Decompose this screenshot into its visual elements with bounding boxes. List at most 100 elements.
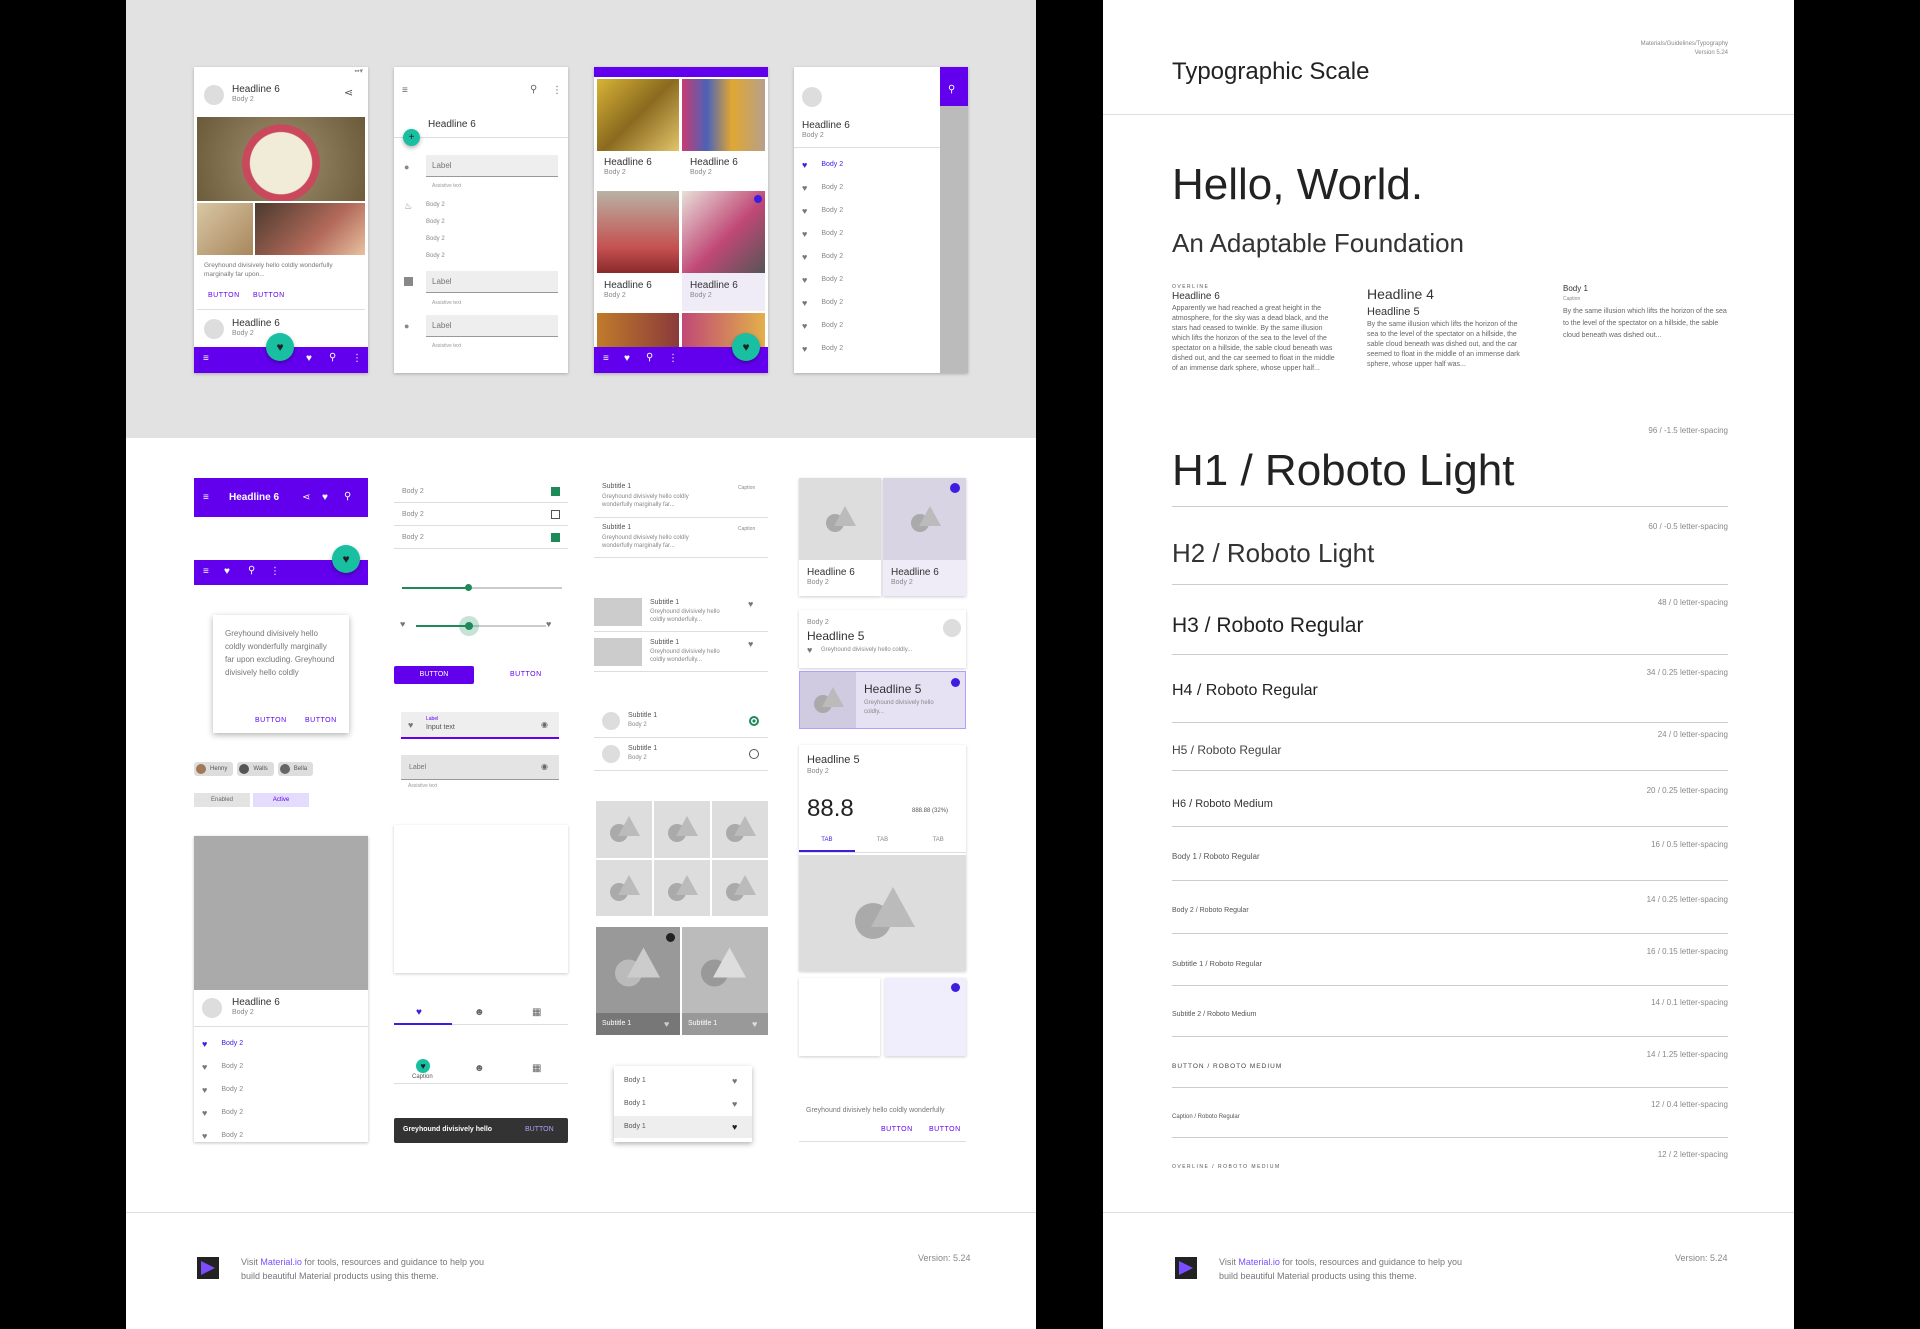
face-icon[interactable]: ☻ [474, 1007, 485, 1018]
calendar-icon[interactable]: ▦ [532, 1063, 541, 1074]
heart-icon[interactable]: ♥ [748, 639, 753, 649]
card-button-2[interactable]: BUTTON [253, 292, 285, 299]
blank-card-selected[interactable] [885, 978, 966, 1056]
contained-button[interactable]: BUTTON [394, 666, 474, 684]
chip-active[interactable]: Active [253, 793, 309, 807]
menu-icon[interactable]: ≡ [402, 85, 408, 96]
grid-card-selected[interactable]: Headline 6 Body 2 [883, 478, 966, 596]
filled-text-field[interactable]: Label ◉ [401, 755, 559, 780]
menu-icon[interactable]: ≡ [603, 353, 609, 364]
text-field[interactable]: Label [426, 155, 558, 177]
checkbox-unchecked[interactable] [551, 509, 560, 519]
calendar-icon[interactable]: ▦ [532, 1007, 541, 1018]
more-icon[interactable]: ⋮ [552, 85, 562, 96]
checkbox-checked[interactable] [551, 486, 560, 496]
radio-selected[interactable] [749, 716, 759, 726]
list-item[interactable]: Subtitle 1 Body 2 [594, 738, 768, 771]
more-icon[interactable]: ⋮ [270, 566, 280, 577]
menu-icon[interactable]: ≡ [203, 566, 209, 577]
headline-card[interactable]: Body 2 Headline 5 ♥ Greyhound divisively… [799, 610, 966, 668]
list-item[interactable]: Subtitle 1 Greyhound divisively hello co… [594, 592, 768, 632]
fab-heart[interactable]: ♥ [332, 545, 360, 573]
filled-text-field-focused[interactable]: ♥ Label Input text ◉ [401, 712, 559, 739]
image-tile[interactable] [654, 859, 710, 916]
face-icon[interactable]: ☻ [474, 1063, 485, 1074]
banner-button-2[interactable]: BUTTON [929, 1126, 961, 1133]
fab-heart[interactable]: ♥ [266, 333, 294, 361]
list-item[interactable]: Body 2 [426, 219, 445, 225]
drawer-item[interactable]: ♥ Body 2 [794, 153, 940, 176]
chip[interactable]: Walls [237, 762, 274, 776]
text-field[interactable]: Label [426, 315, 558, 337]
image-tile[interactable] [712, 801, 768, 858]
search-icon[interactable]: ⚲ [530, 84, 537, 95]
list-item[interactable]: ♥ Body 2 [194, 1124, 368, 1147]
image-list-item[interactable]: Subtitle 1 ♥ [596, 927, 680, 1035]
grid-card[interactable]: Headline 6 Body 2 [799, 478, 881, 596]
tab-3[interactable]: TAB [910, 837, 966, 852]
list-item[interactable]: Body 2 [426, 253, 445, 259]
share-icon[interactable]: ⋖ [302, 492, 310, 503]
eye-icon[interactable]: ◉ [541, 720, 548, 729]
image-tile[interactable] [654, 801, 710, 858]
heart-icon[interactable]: ♥ [752, 1019, 757, 1029]
text-button[interactable]: BUTTON [510, 671, 542, 678]
drawer-item[interactable]: ♥ Body 2 [794, 337, 940, 360]
heart-icon[interactable]: ♥ [416, 1007, 422, 1018]
list-item[interactable]: Body 2 [426, 236, 445, 242]
drawer-item[interactable]: ♥ Body 2 [794, 199, 940, 222]
material-link[interactable]: Material.io [260, 1257, 302, 1267]
eye-icon[interactable]: ◉ [541, 762, 548, 771]
list-item[interactable]: ♥ Body 2 [194, 1055, 368, 1078]
chip-enabled[interactable]: Enabled [194, 793, 250, 807]
menu-icon[interactable]: ≡ [203, 353, 209, 364]
checkbox-row[interactable]: Body 2 [394, 480, 568, 503]
image-tile[interactable] [596, 859, 652, 916]
heart-icon[interactable]: ♥ [322, 492, 328, 503]
card-button-1[interactable]: BUTTON [208, 292, 240, 299]
heart-icon[interactable]: ♥ [748, 599, 753, 609]
add-fab[interactable]: + [403, 129, 420, 146]
chip[interactable]: Bella [277, 762, 314, 776]
checkbox-checked[interactable] [551, 532, 560, 542]
search-icon[interactable]: ⚲ [948, 84, 955, 95]
menu-item-selected[interactable]: Body 1 ♥ [614, 1116, 752, 1138]
heart-icon[interactable]: ♥ [306, 353, 312, 364]
search-icon[interactable]: ⚲ [248, 565, 255, 576]
banner-button-1[interactable]: BUTTON [881, 1126, 913, 1133]
list-item[interactable]: ♥ Body 2 [194, 1078, 368, 1101]
list-item[interactable]: Subtitle 1 Greyhound divisively hello co… [594, 518, 768, 558]
search-icon[interactable]: ⚲ [329, 352, 336, 363]
chip[interactable]: Henny [194, 762, 234, 776]
radio-unselected[interactable] [749, 749, 759, 759]
search-icon[interactable]: ⚲ [646, 352, 653, 363]
blank-card[interactable] [799, 978, 880, 1056]
menu-item[interactable]: Body 1 ♥ [614, 1070, 752, 1093]
list-item[interactable]: ♥ Body 2 [194, 1032, 368, 1055]
more-icon[interactable]: ⋮ [668, 353, 678, 364]
checkbox-row[interactable]: Body 2 [394, 526, 568, 549]
menu-icon[interactable]: ≡ [203, 492, 209, 503]
drawer-item[interactable]: ♥ Body 2 [794, 268, 940, 291]
checkbox-row[interactable]: Body 2 [394, 503, 568, 526]
image-list-item[interactable]: Subtitle 1 ♥ [682, 927, 768, 1035]
slider-thumb[interactable] [465, 622, 473, 630]
snackbar-button[interactable]: BUTTON [525, 1126, 554, 1133]
dialog-button-1[interactable]: BUTTON [255, 717, 287, 724]
menu-item[interactable]: Body 1 ♥ [614, 1093, 752, 1116]
tab-1[interactable]: TAB [799, 837, 855, 852]
share-icon[interactable]: ⋖ [344, 86, 353, 99]
tab-2[interactable]: TAB [855, 837, 911, 852]
material-link[interactable]: Material.io [1238, 1257, 1280, 1267]
list-item[interactable]: Subtitle 1 Body 2 [594, 705, 768, 738]
heart-icon[interactable]: ♥ [416, 1059, 430, 1073]
list-item[interactable]: ♥ Body 2 [194, 1101, 368, 1124]
drawer-item[interactable]: ♥ Body 2 [794, 291, 940, 314]
fab-heart[interactable]: ♥ [732, 333, 760, 361]
heart-icon[interactable]: ♥ [664, 1019, 669, 1029]
image-tile[interactable] [596, 801, 652, 858]
list-item[interactable]: Body 2 [426, 202, 445, 208]
list-item[interactable]: Subtitle 1 Greyhound divisively hello co… [594, 632, 768, 672]
drawer-item[interactable]: ♥ Body 2 [794, 176, 940, 199]
heart-icon[interactable]: ♥ [224, 566, 230, 577]
